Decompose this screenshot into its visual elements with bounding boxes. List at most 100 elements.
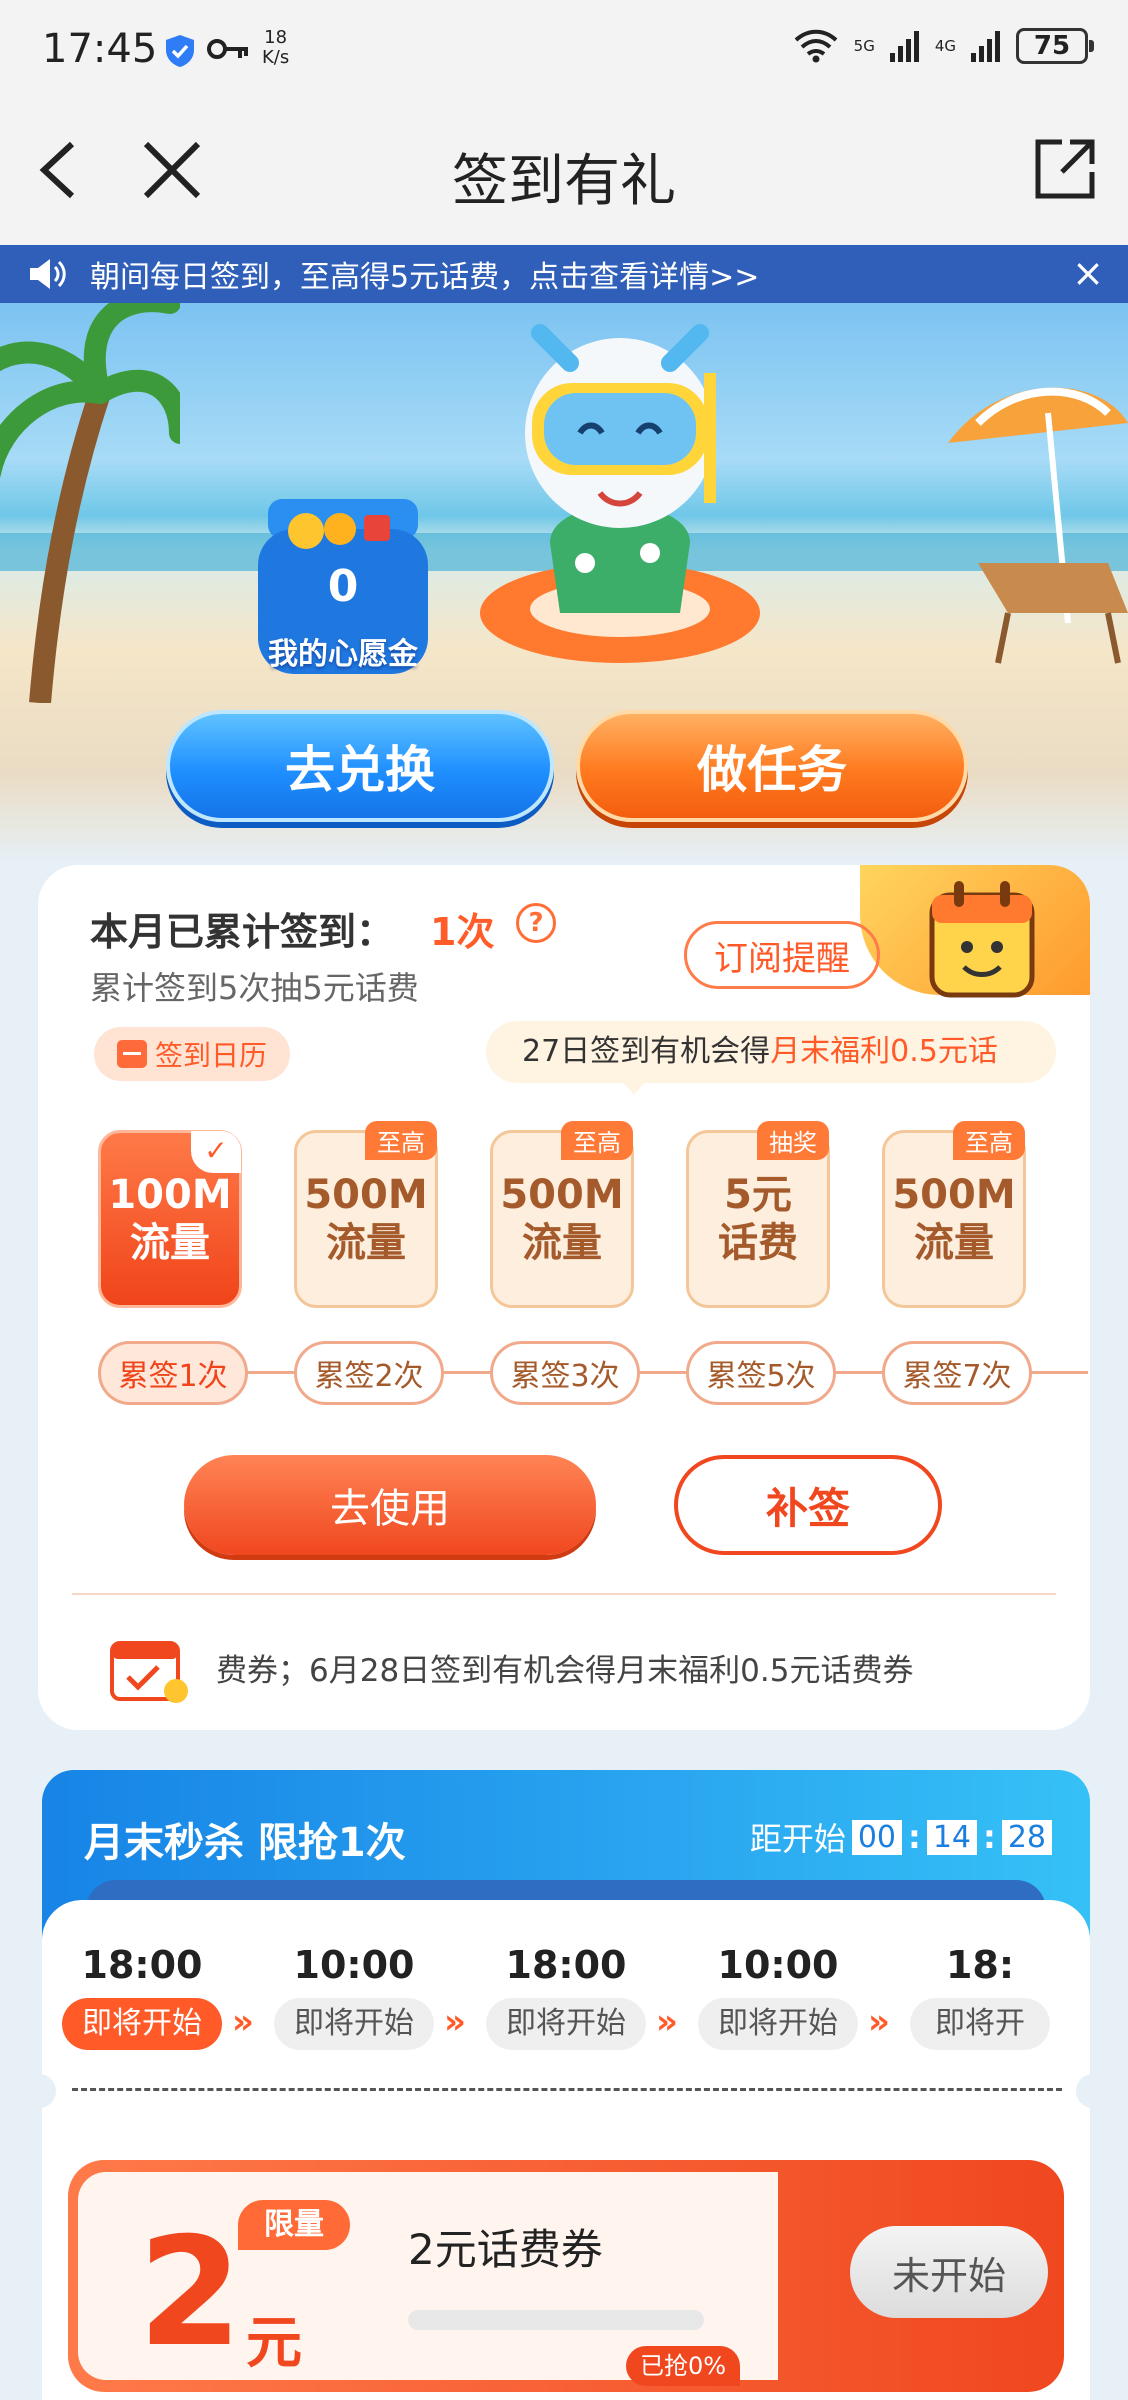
session-state: 即将开始 bbox=[62, 1998, 222, 2050]
monthly-checkin-label: 本月已累计签到： bbox=[90, 910, 395, 954]
countdown-seconds: 28 bbox=[1001, 1819, 1052, 1855]
session-time: 10:00 bbox=[293, 1943, 415, 1987]
exchange-button[interactable]: 去兑换 bbox=[166, 710, 554, 822]
tip-arrow bbox=[622, 1081, 646, 1095]
speed-unit: K/s bbox=[262, 47, 290, 68]
milestone-track: 累签1次 累签2次 累签3次 累签5次 累签7次 bbox=[98, 1341, 1088, 1405]
checked-icon: ✓ bbox=[191, 1131, 241, 1173]
session-item[interactable]: 10:00 即将开始 bbox=[698, 1940, 858, 2050]
session-state: 即将开始 bbox=[698, 1998, 858, 2050]
tip-text: 27日签到有机会得 bbox=[522, 1034, 771, 1069]
session-time: 18: bbox=[945, 1943, 1015, 1987]
coupon-info-text: 费券；6月28日签到有机会得月末福利0.5元话费券 bbox=[216, 1653, 914, 1689]
not-started-button[interactable]: 未开始 bbox=[850, 2226, 1048, 2318]
reward-day-7[interactable]: 至高 500M 流量 bbox=[882, 1121, 1026, 1308]
divider bbox=[72, 1593, 1056, 1595]
milestone-7: 累签7次 bbox=[882, 1341, 1032, 1405]
checkin-calendar-label: 签到日历 bbox=[154, 1039, 267, 1072]
countdown-hours: 00 bbox=[851, 1819, 903, 1855]
monthly-checkin-count: 1次 bbox=[430, 910, 495, 954]
ticket-notch bbox=[42, 2074, 56, 2108]
chevron-right-icon: » bbox=[444, 2002, 466, 2042]
coupon-card[interactable]: 2 元 限量 2元话费券 已抢0% 未开始 bbox=[68, 2160, 1064, 2392]
milestone-3: 累签3次 bbox=[490, 1341, 640, 1405]
wifi-icon bbox=[794, 29, 838, 63]
reward-tag: 抽奖 bbox=[757, 1121, 829, 1160]
chevron-right-icon: » bbox=[656, 2002, 678, 2042]
status-bar: 17:45 18 K/s 5G 4G 75 bbox=[0, 0, 1128, 100]
wish-gold-label[interactable]: 我的心愿金 bbox=[248, 629, 438, 673]
session-item[interactable]: 18: 即将开 bbox=[910, 1940, 1050, 2050]
reward-tag: 至高 bbox=[365, 1121, 437, 1160]
beach-umbrella-illustration bbox=[948, 387, 1128, 664]
calendar-icon bbox=[116, 1040, 147, 1068]
speed-value: 18 bbox=[264, 27, 288, 48]
reward-unit: 流量 bbox=[522, 1220, 602, 1266]
share-icon[interactable] bbox=[1032, 136, 1098, 202]
ticket-notch bbox=[1076, 2074, 1090, 2108]
session-item[interactable]: 18:00 即将开始 bbox=[486, 1940, 646, 2050]
reward-unit: 流量 bbox=[130, 1220, 210, 1266]
battery-level: 75 bbox=[1033, 31, 1071, 61]
claim-progress-bar bbox=[408, 2310, 704, 2330]
reward-day-3[interactable]: 至高 500M 流量 bbox=[490, 1121, 634, 1308]
reward-list: ✓ 100M 流量 至高 500M 流量 至高 500M 流量 抽奖 5元 话费… bbox=[98, 1121, 1078, 1310]
notice-text: 朝间每日签到，至高得5元话费，点击查看详情>> bbox=[90, 260, 760, 295]
reward-amount: 500M bbox=[500, 1172, 624, 1218]
session-state: 即将开始 bbox=[274, 1998, 434, 2050]
session-state: 即将开始 bbox=[486, 1998, 646, 2050]
session-item[interactable]: 10:00 即将开始 bbox=[274, 1940, 434, 2050]
session-time: 18:00 bbox=[81, 1943, 203, 1987]
subscribe-reminder-button[interactable]: 订阅提醒 bbox=[684, 921, 880, 989]
milestone-2: 累签2次 bbox=[294, 1341, 444, 1405]
milestone-1: 累签1次 bbox=[98, 1341, 248, 1405]
use-button[interactable]: 去使用 bbox=[184, 1455, 596, 1555]
status-time: 17:45 bbox=[42, 26, 158, 72]
nav-bar: 签到有礼 bbox=[0, 100, 1128, 245]
claimed-percent-badge: 已抢0% bbox=[626, 2346, 741, 2386]
network-speed: 18 K/s bbox=[262, 28, 289, 68]
reward-amount: 500M bbox=[304, 1172, 428, 1218]
page-title: 签到有礼 bbox=[452, 149, 676, 214]
chevron-right-icon: » bbox=[232, 2002, 254, 2042]
battery-indicator: 75 bbox=[1016, 28, 1094, 64]
tip-highlight: 月末福利0.5元话 bbox=[770, 1034, 998, 1069]
reward-day-1[interactable]: ✓ 100M 流量 bbox=[98, 1130, 242, 1308]
session-time: 18:00 bbox=[505, 1943, 627, 1987]
milestone-5: 累签5次 bbox=[686, 1341, 836, 1405]
session-time: 10:00 bbox=[717, 1943, 839, 1987]
checkin-calendar-button[interactable]: 签到日历 bbox=[94, 1027, 290, 1081]
countdown: 距开始 00 : 14 : 28 bbox=[750, 1814, 1052, 1860]
reward-unit: 流量 bbox=[326, 1220, 406, 1266]
calendar-mascot-icon bbox=[929, 881, 1035, 998]
session-state: 即将开 bbox=[910, 1998, 1050, 2050]
countdown-minutes: 14 bbox=[926, 1819, 978, 1855]
flash-sale-title: 月末秒杀 限抢1次 bbox=[84, 1820, 406, 1866]
makeup-checkin-button[interactable]: 补签 bbox=[674, 1455, 942, 1555]
dashed-divider bbox=[72, 2088, 1062, 2091]
session-list: 18:00 即将开始 » 10:00 即将开始 » 18:00 即将开始 » 1… bbox=[62, 1940, 1072, 2050]
reward-day-5[interactable]: 抽奖 5元 话费 bbox=[686, 1121, 830, 1308]
reward-tag: 至高 bbox=[953, 1121, 1025, 1160]
countdown-label: 距开始 bbox=[749, 1820, 846, 1858]
reward-tag: 至高 bbox=[561, 1121, 633, 1160]
reward-day-2[interactable]: 至高 500M 流量 bbox=[294, 1121, 438, 1308]
vpn-key-icon bbox=[207, 39, 248, 59]
mascot-snorkel-illustration bbox=[480, 324, 760, 663]
coupon-amount: 2 bbox=[138, 2206, 243, 2380]
calendar-check-icon bbox=[110, 1641, 188, 1703]
notice-bar[interactable]: 朝间每日签到，至高得5元话费，点击查看详情>> × bbox=[0, 245, 1128, 303]
flash-sale-section: 月末秒杀 限抢1次 距开始 00 : 14 : 28 18:00 即将开始 » … bbox=[42, 1770, 1090, 2400]
notice-close-icon[interactable]: × bbox=[1072, 254, 1104, 292]
signal-5g-icon bbox=[889, 31, 919, 62]
checkin-card: 本月已累计签到： 1次 ? 累计签到5次抽5元话费 订阅提醒 签到日历 27日签… bbox=[38, 865, 1090, 1730]
session-item[interactable]: 18:00 即将开始 bbox=[62, 1940, 222, 2050]
palm-tree-illustration bbox=[0, 303, 180, 703]
flash-sale-body: 18:00 即将开始 » 10:00 即将开始 » 18:00 即将开始 » 1… bbox=[42, 1900, 1090, 2400]
do-task-button[interactable]: 做任务 bbox=[576, 710, 968, 822]
network-5g-label: 5G bbox=[853, 37, 875, 55]
help-icon[interactable]: ? bbox=[516, 903, 556, 943]
reward-amount: 100M bbox=[108, 1172, 232, 1218]
coupon-inner: 2 元 限量 2元话费券 已抢0% bbox=[78, 2172, 778, 2386]
hero-banner: 0 我的心愿金 去兑换 做任务 bbox=[0, 303, 1128, 863]
